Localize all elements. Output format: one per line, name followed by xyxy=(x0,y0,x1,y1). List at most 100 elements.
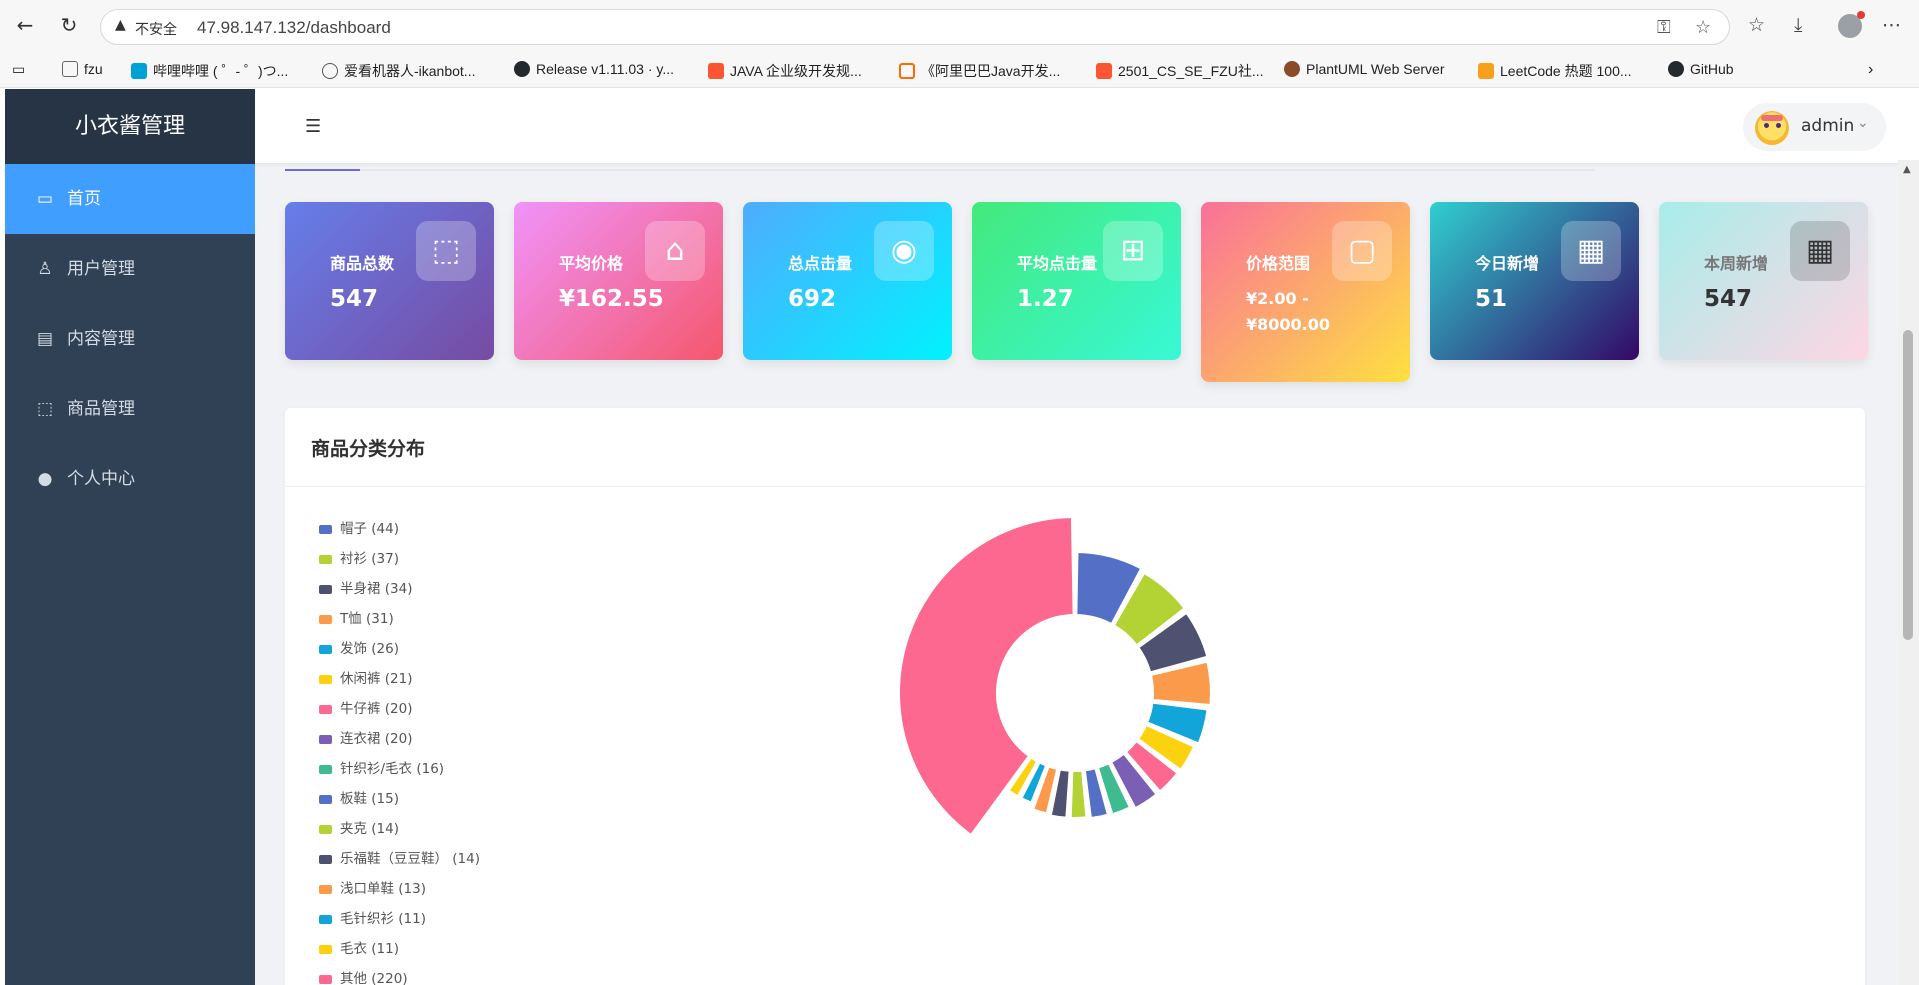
sidebar-item-label: 用户管理 xyxy=(67,259,135,279)
sidebar-item-label: 首页 xyxy=(67,189,101,209)
stat-label: 平均点击量 xyxy=(1017,254,1098,273)
stat-value: ¥162.55 xyxy=(559,286,664,312)
aliyun-icon xyxy=(899,63,915,79)
warning-icon: ▲ xyxy=(115,17,126,33)
bookmark-item[interactable]: 《阿里巴巴Java开发... xyxy=(899,61,1060,81)
bookmark-item[interactable]: LeetCode 热题 100... xyxy=(1478,61,1632,81)
stat-label: 本周新增 xyxy=(1704,254,1769,273)
stat-card-total-products: 商品总数 547 ⬚ xyxy=(285,202,494,360)
calendar-icon: ▦ xyxy=(1561,221,1621,281)
bookmark-item[interactable]: 2501_CS_SE_FZU社... xyxy=(1096,61,1264,81)
category-rose-chart xyxy=(898,516,1212,837)
panel-title: 商品分类分布 xyxy=(311,438,426,460)
stat-value: 1.27 xyxy=(1017,286,1074,312)
sidebar-item-label: 个人中心 xyxy=(67,469,135,489)
favorite-star-icon[interactable]: ☆ xyxy=(1695,17,1711,38)
sidebar-item-content[interactable]: ▤ 内容管理 xyxy=(5,304,255,374)
chevron-down-icon: ⌄ xyxy=(1857,115,1869,131)
bookmark-item[interactable]: JAVA 企业级开发规... xyxy=(708,61,862,81)
sidebar-item-label: 商品管理 xyxy=(67,399,135,419)
bookmark-label: PlantUML Web Server xyxy=(1306,61,1445,77)
avatar xyxy=(1755,111,1789,145)
box-icon: ⬚ xyxy=(416,221,476,281)
bookmark-label: LeetCode 热题 100... xyxy=(1500,63,1632,79)
bookmark-item[interactable]: Release v1.11.03 · y... xyxy=(514,61,674,81)
stat-card-avg-price: 平均价格 ¥162.55 ⌂ xyxy=(514,202,723,360)
bookmark-item[interactable]: GitHub xyxy=(1668,61,1734,81)
stat-card-price-range: 价格范围 ¥2.00 - ¥8000.00 ▢ xyxy=(1201,202,1410,382)
bookmarks-bar: ▭ fzu 哔哩哔哩 ( ゜- ゜)つ... 爱看机器人-ikanbot... … xyxy=(0,54,1919,88)
bookmark-label: 《阿里巴巴Java开发... xyxy=(921,63,1061,79)
leetcode-icon xyxy=(1478,63,1494,79)
folder-icon xyxy=(62,61,78,77)
sidebar-item-home[interactable]: ▭ 首页 xyxy=(5,164,255,234)
github-icon xyxy=(514,61,530,77)
globe-icon xyxy=(322,63,338,79)
monitor-icon: ▭ xyxy=(36,189,54,209)
bookmark-item[interactable]: 爱看机器人-ikanbot... xyxy=(322,61,475,81)
document-icon: ▤ xyxy=(36,329,54,349)
username: admin xyxy=(1801,116,1855,136)
bookmark-label: 爱看机器人-ikanbot... xyxy=(344,63,476,79)
favorites-icon[interactable]: ☆ xyxy=(1748,14,1765,36)
hamburger-icon[interactable]: ☰ xyxy=(305,116,321,137)
sidebar-item-profile[interactable]: ● 个人中心 xyxy=(5,444,255,514)
box-icon: ⬚ xyxy=(36,399,54,419)
insecure-label: 不安全 xyxy=(135,22,177,38)
stat-card-week-new: 本周新增 547 ▦ xyxy=(1659,202,1868,360)
stat-value: 51 xyxy=(1475,286,1508,312)
stat-value: 692 xyxy=(788,286,837,312)
tab-actions-icon[interactable]: ▭ xyxy=(12,61,25,81)
key-icon[interactable]: ⚿ xyxy=(1657,17,1671,38)
bookmark-item[interactable]: PlantUML Web Server xyxy=(1284,61,1445,81)
download-icon[interactable]: ⤓ xyxy=(1794,14,1802,36)
address-bar[interactable]: ▲ 不安全 47.98.147.132/dashboard ⚿ ☆ xyxy=(100,9,1730,45)
tab-underline xyxy=(285,169,1595,171)
profile-avatar[interactable] xyxy=(1838,11,1865,38)
stat-label: 商品总数 xyxy=(330,254,395,273)
category-panel: 商品分类分布 帽子 (44) 衬衫 (37) 半身裙 (34) T恤 (31) 发饰 (… xyxy=(285,408,1865,985)
url-text[interactable]: 47.98.147.132/dashboard xyxy=(197,18,391,38)
bookmark-label: 哔哩哔哩 ( ゜- ゜)つ... xyxy=(153,63,289,79)
bookmark-label: 2501_CS_SE_FZU社... xyxy=(1118,63,1264,79)
back-icon[interactable]: ← xyxy=(12,12,38,38)
stat-value: 547 xyxy=(1704,286,1753,312)
app-title: 小衣酱管理 xyxy=(5,89,255,164)
bookmark-item[interactable]: 哔哩哔哩 ( ゜- ゜)つ... xyxy=(131,61,288,81)
page-scrollbar[interactable]: ▲ xyxy=(1898,160,1919,985)
bookmark-item[interactable]: fzu xyxy=(62,61,103,81)
main-content: ☰ admin ⌄ 商品总数 547 ⬚ 平均价格 ¥162.55 ⌂ 总点击量… xyxy=(255,89,1898,985)
scroll-thumb[interactable] xyxy=(1903,330,1913,640)
sidebar: 小衣酱管理 ▭ 首页 ♙ 用户管理 ▤ 内容管理 ⬚ 商品管理 ● 个人中心 xyxy=(5,89,255,985)
person-icon: ● xyxy=(37,469,53,489)
sidebar-item-products[interactable]: ⬚ 商品管理 xyxy=(5,374,255,444)
stat-card-today-new: 今日新增 51 ▦ xyxy=(1430,202,1639,360)
top-header: ☰ admin ⌄ xyxy=(255,89,1898,163)
stat-label: 价格范围 xyxy=(1246,254,1311,273)
bookmark-label: Release v1.11.03 · y... xyxy=(536,61,674,77)
stat-value: 547 xyxy=(330,286,379,312)
eye-icon: ◉ xyxy=(874,221,934,281)
bookmark-label: GitHub xyxy=(1690,61,1734,77)
chevron-right-icon[interactable]: › xyxy=(1868,61,1873,81)
user-icon: ♙ xyxy=(37,259,53,279)
more-icon[interactable]: ⋯ xyxy=(1882,14,1901,36)
user-menu[interactable]: admin ⌄ xyxy=(1743,103,1886,151)
stat-label: 平均价格 xyxy=(559,254,624,273)
github-icon xyxy=(1668,61,1684,77)
price-tag-icon: ⌂ xyxy=(645,221,705,281)
stat-label: 今日新增 xyxy=(1475,254,1540,273)
bookmark-label: fzu xyxy=(84,61,103,77)
presentation-icon: ⊞ xyxy=(1103,221,1163,281)
bookmark-label: JAVA 企业级开发规... xyxy=(730,63,862,79)
bilibili-icon xyxy=(131,63,147,79)
csdn-icon xyxy=(1096,63,1112,79)
calendar-icon: ▦ xyxy=(1790,221,1850,281)
wallet-icon: ▢ xyxy=(1332,221,1392,281)
chart-slice[interactable] xyxy=(1069,769,1088,819)
scroll-up-icon[interactable]: ▲ xyxy=(1903,164,1911,175)
sidebar-item-users[interactable]: ♙ 用户管理 xyxy=(5,234,255,304)
reload-icon[interactable]: ↻ xyxy=(56,12,82,38)
stat-card-avg-clicks: 平均点击量 1.27 ⊞ xyxy=(972,202,1181,360)
stat-card-total-clicks: 总点击量 692 ◉ xyxy=(743,202,952,360)
